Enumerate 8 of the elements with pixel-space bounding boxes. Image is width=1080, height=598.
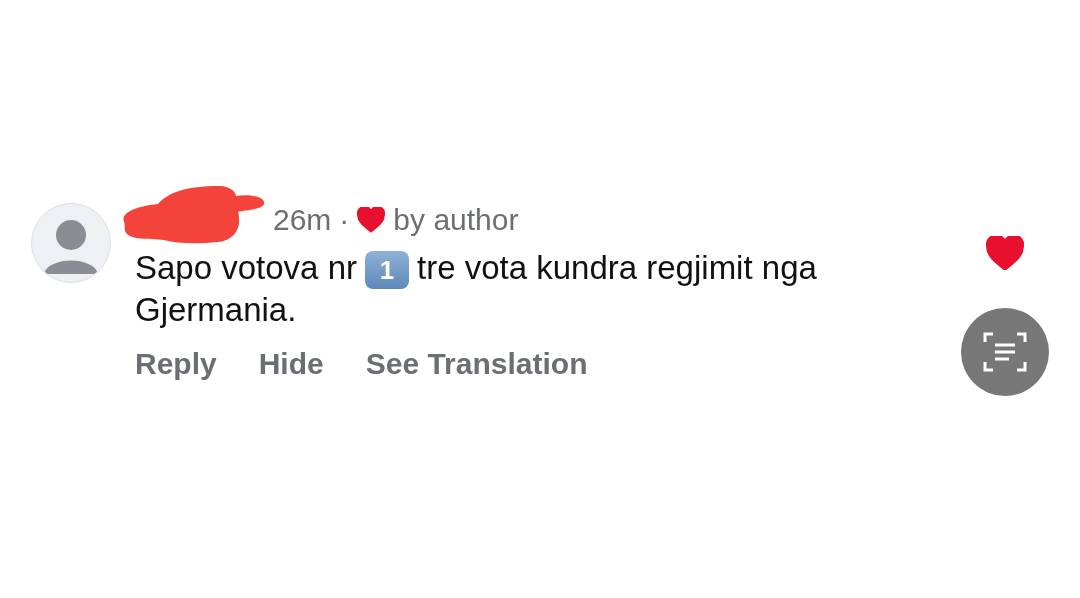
translate-button[interactable]: See Translation	[365, 347, 588, 382]
hide-button[interactable]: Hide	[258, 347, 324, 382]
comment-text: Sapo votova nr 1 tre vota kundra regjimit nga Gjermania.	[135, 248, 818, 331]
separator-dot: ·	[339, 203, 350, 237]
comment-time: 26m	[273, 203, 332, 237]
author-like-label: by author	[393, 203, 519, 237]
like-icon[interactable]	[986, 236, 1024, 271]
reply-button[interactable]: Reply	[135, 347, 217, 382]
